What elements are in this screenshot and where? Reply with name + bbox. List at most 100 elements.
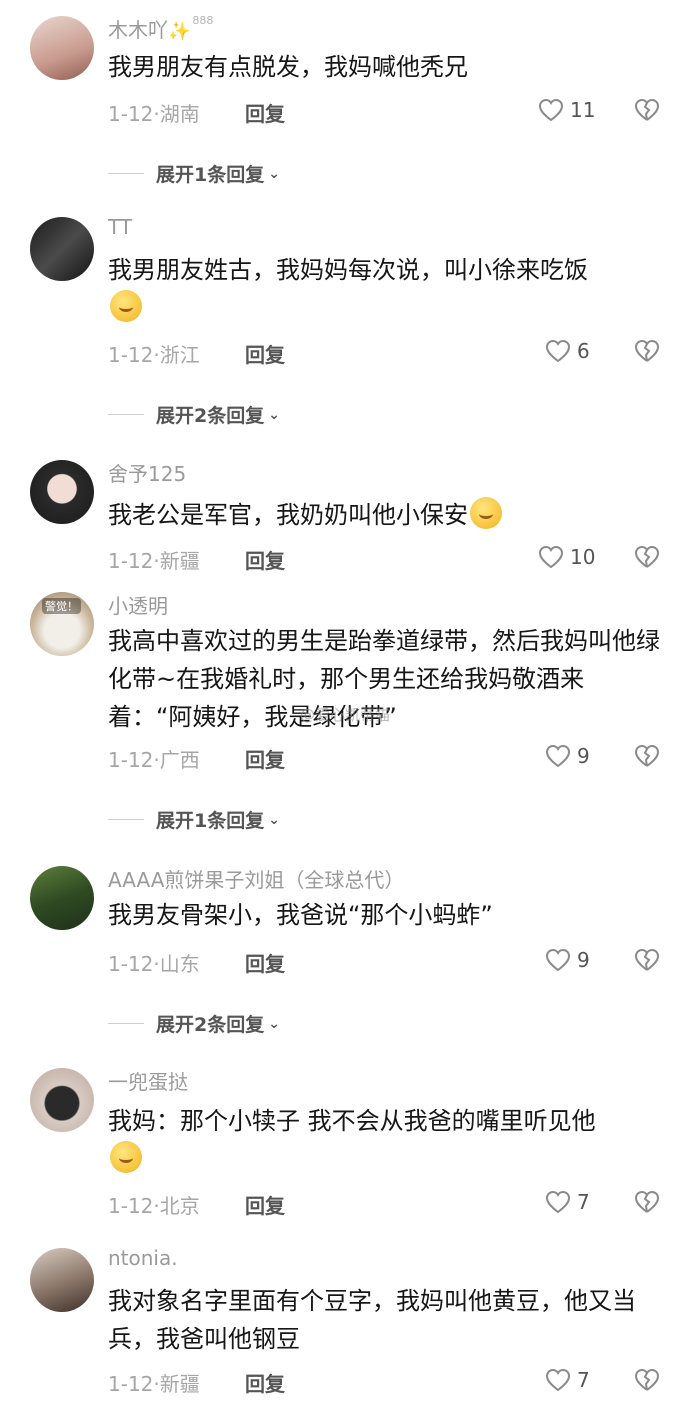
reply-button[interactable]: 回复 <box>245 545 285 574</box>
avatar[interactable] <box>30 1248 94 1312</box>
dislike-button[interactable] <box>634 744 660 772</box>
like-count: 10 <box>570 545 596 569</box>
like-count: 7 <box>577 1190 590 1214</box>
username[interactable]: ntonia. <box>108 1246 178 1270</box>
like-button[interactable]: 7 <box>545 1190 590 1214</box>
expand-replies-button[interactable]: 展开1条回复 ⌄ <box>108 160 280 187</box>
comment-meta: 1-12·湖南 <box>108 102 200 126</box>
chevron-down-icon: ⌄ <box>268 406 280 423</box>
username[interactable]: 木木吖✨888 <box>108 14 213 43</box>
comment-meta: 1-12·新疆 <box>108 549 200 573</box>
dislike-button[interactable] <box>634 339 660 367</box>
heart-icon <box>545 744 571 768</box>
chevron-down-icon: ⌄ <box>268 165 280 182</box>
heart-icon <box>545 948 571 972</box>
dislike-button[interactable] <box>634 98 660 126</box>
comment-region: 湖南 <box>159 102 200 126</box>
broken-heart-icon <box>634 545 660 568</box>
reply-button[interactable]: 回复 <box>245 1190 285 1219</box>
dislike-button[interactable] <box>634 1368 660 1396</box>
username[interactable]: 一兜蛋挞 <box>108 1066 188 1095</box>
avatar[interactable] <box>30 866 94 930</box>
avatar[interactable] <box>30 217 94 281</box>
expand-replies-label: 展开2条回复 <box>156 1014 265 1036</box>
avatar-badge: 警觉！ <box>42 598 81 614</box>
like-button[interactable]: 7 <box>545 1368 590 1392</box>
like-button[interactable]: 6 <box>545 339 590 363</box>
like-button[interactable]: 9 <box>545 744 590 768</box>
expand-replies-button[interactable]: 展开2条回复 ⌄ <box>108 401 280 428</box>
reply-button[interactable]: 回复 <box>245 98 285 127</box>
comment-date: 1-12 <box>108 748 154 772</box>
comment-meta: 1-12·浙江 <box>108 343 200 367</box>
reply-button[interactable]: 回复 <box>245 744 285 773</box>
username[interactable]: AAAA煎饼果子刘姐（全球总代） <box>108 864 404 893</box>
like-button[interactable]: 9 <box>545 948 590 972</box>
avatar[interactable]: 警觉！ <box>30 592 94 656</box>
expand-replies-label: 展开1条回复 <box>156 164 265 186</box>
watermark: @爱心凯蒂猫 <box>300 706 391 724</box>
broken-heart-icon <box>634 98 660 121</box>
comment-text: 我老公是军官，我奶奶叫他小保安 <box>108 496 668 534</box>
chevron-down-icon: ⌄ <box>268 811 280 828</box>
heart-icon <box>545 339 571 363</box>
comment-region: 广西 <box>159 748 200 772</box>
like-count: 7 <box>577 1368 590 1392</box>
username[interactable]: TT <box>108 215 132 239</box>
like-count: 6 <box>577 339 590 363</box>
sparkle-icon: ✨ <box>168 21 191 42</box>
comment-meta: 1-12·北京 <box>108 1194 200 1218</box>
comment-region: 浙江 <box>159 343 200 367</box>
broken-heart-icon <box>634 948 660 971</box>
dislike-button[interactable] <box>634 948 660 976</box>
like-count: 9 <box>577 744 590 768</box>
comment-text: 我对象名字里面有个豆字，我妈叫他黄豆，他又当兵，我爸叫他钢豆 <box>108 1287 636 1353</box>
dislike-button[interactable] <box>634 1190 660 1218</box>
scared-emoji-icon <box>470 497 502 529</box>
like-button[interactable]: 10 <box>538 545 595 569</box>
like-count: 9 <box>577 948 590 972</box>
comment-meta: 1-12·山东 <box>108 952 200 976</box>
expand-replies-button[interactable]: 展开1条回复 ⌄ <box>108 806 280 833</box>
comment-text: 我男友骨架小，我爸说“那个小蚂蚱” <box>108 901 493 929</box>
like-button[interactable]: 11 <box>538 98 595 122</box>
like-count: 11 <box>570 98 596 122</box>
shy-emoji-icon <box>110 290 142 322</box>
comment-region: 山东 <box>159 952 200 976</box>
expand-replies-button[interactable]: 展开2条回复 ⌄ <box>108 1010 280 1037</box>
chevron-down-icon: ⌄ <box>268 1015 280 1032</box>
avatar[interactable] <box>30 460 94 524</box>
heart-icon <box>538 98 564 122</box>
divider <box>108 173 144 174</box>
username-text: 木木吖 <box>108 18 168 42</box>
comment-date: 1-12 <box>108 952 154 976</box>
avatar[interactable] <box>30 1068 94 1132</box>
comment-date: 1-12 <box>108 343 154 367</box>
comment-region: 北京 <box>159 1194 200 1218</box>
broken-heart-icon <box>634 744 660 767</box>
username[interactable]: 小透明 <box>108 590 168 619</box>
dislike-button[interactable] <box>634 545 660 573</box>
comment-date: 1-12 <box>108 1194 154 1218</box>
reply-button[interactable]: 回复 <box>245 1368 285 1397</box>
comment-date: 1-12 <box>108 102 154 126</box>
expand-replies-label: 展开1条回复 <box>156 810 265 832</box>
broken-heart-icon <box>634 339 660 362</box>
comment-region: 新疆 <box>159 1372 200 1396</box>
comment-date: 1-12 <box>108 549 154 573</box>
comment-region: 新疆 <box>159 549 200 573</box>
comment-text: 我妈：那个小犊子 我不会从我爸的嘴里听见他 <box>108 1102 668 1178</box>
crying-laughing-emoji-icon <box>110 1141 142 1173</box>
comment-meta: 1-12·新疆 <box>108 1372 200 1396</box>
divider <box>108 819 144 820</box>
divider <box>108 1023 144 1024</box>
comment-text: 我男朋友有点脱发，我妈喊他秃兄 <box>108 53 468 81</box>
broken-heart-icon <box>634 1190 660 1213</box>
level-badge: 888 <box>192 14 214 27</box>
reply-button[interactable]: 回复 <box>245 948 285 977</box>
username[interactable]: 舍予125 <box>108 458 186 487</box>
heart-icon <box>538 545 564 569</box>
reply-button[interactable]: 回复 <box>245 339 285 368</box>
avatar[interactable] <box>30 16 94 80</box>
broken-heart-icon <box>634 1368 660 1391</box>
